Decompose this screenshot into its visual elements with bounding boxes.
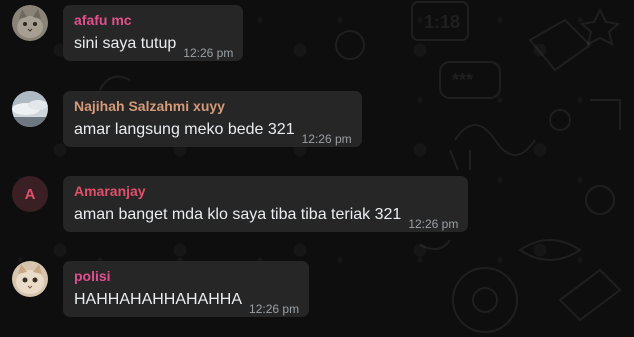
message-text: aman banget mda klo saya tiba tiba teria… bbox=[74, 206, 402, 223]
lock-doodle-text: *** bbox=[452, 70, 473, 90]
message-bubble[interactable]: polisi HAHHAHAHHAHAHHA 12:26 pm bbox=[63, 261, 310, 317]
sender-name[interactable]: polisi bbox=[74, 267, 299, 285]
avatar[interactable] bbox=[12, 5, 48, 41]
chat-area[interactable]: 1:18 *** afafu mc sini saya tutup 12:26 … bbox=[0, 0, 634, 337]
message-bubble[interactable]: afafu mc sini saya tutup 12:26 pm bbox=[63, 5, 244, 61]
message-bubble[interactable]: Najihah Salzahmi xuyy amar langsung meko… bbox=[63, 91, 362, 147]
cat-avatar-icon bbox=[12, 261, 48, 297]
message-timestamp: 12:26 pm bbox=[301, 132, 352, 146]
message-timestamp: 12:26 pm bbox=[249, 302, 300, 316]
avatar-initial: A bbox=[24, 185, 36, 203]
clock-doodle-text: 1:18 bbox=[424, 12, 460, 32]
message-text: HAHHAHAHHAHAHHA bbox=[74, 291, 243, 308]
message-timestamp: 12:26 pm bbox=[183, 46, 234, 60]
message-timestamp: 12:26 pm bbox=[408, 217, 459, 231]
avatar[interactable] bbox=[12, 91, 48, 127]
sky-avatar-icon bbox=[12, 91, 48, 127]
message-row: A Amaranjay aman banget mda klo saya tib… bbox=[12, 176, 469, 232]
cat-avatar-icon bbox=[12, 5, 48, 41]
avatar[interactable]: A bbox=[12, 176, 48, 212]
message-row: Najihah Salzahmi xuyy amar langsung meko… bbox=[12, 91, 362, 147]
sender-name[interactable]: Najihah Salzahmi xuyy bbox=[74, 97, 352, 115]
message-bubble[interactable]: Amaranjay aman banget mda klo saya tiba … bbox=[63, 176, 469, 232]
sender-name[interactable]: Amaranjay bbox=[74, 182, 458, 200]
message-text: sini saya tutup bbox=[74, 35, 177, 52]
message-row: afafu mc sini saya tutup 12:26 pm bbox=[12, 5, 244, 61]
avatar[interactable] bbox=[12, 261, 48, 297]
message-row: polisi HAHHAHAHHAHAHHA 12:26 pm bbox=[12, 261, 310, 317]
sender-name[interactable]: afafu mc bbox=[74, 11, 233, 29]
message-text: amar langsung meko bede 321 bbox=[74, 121, 295, 138]
